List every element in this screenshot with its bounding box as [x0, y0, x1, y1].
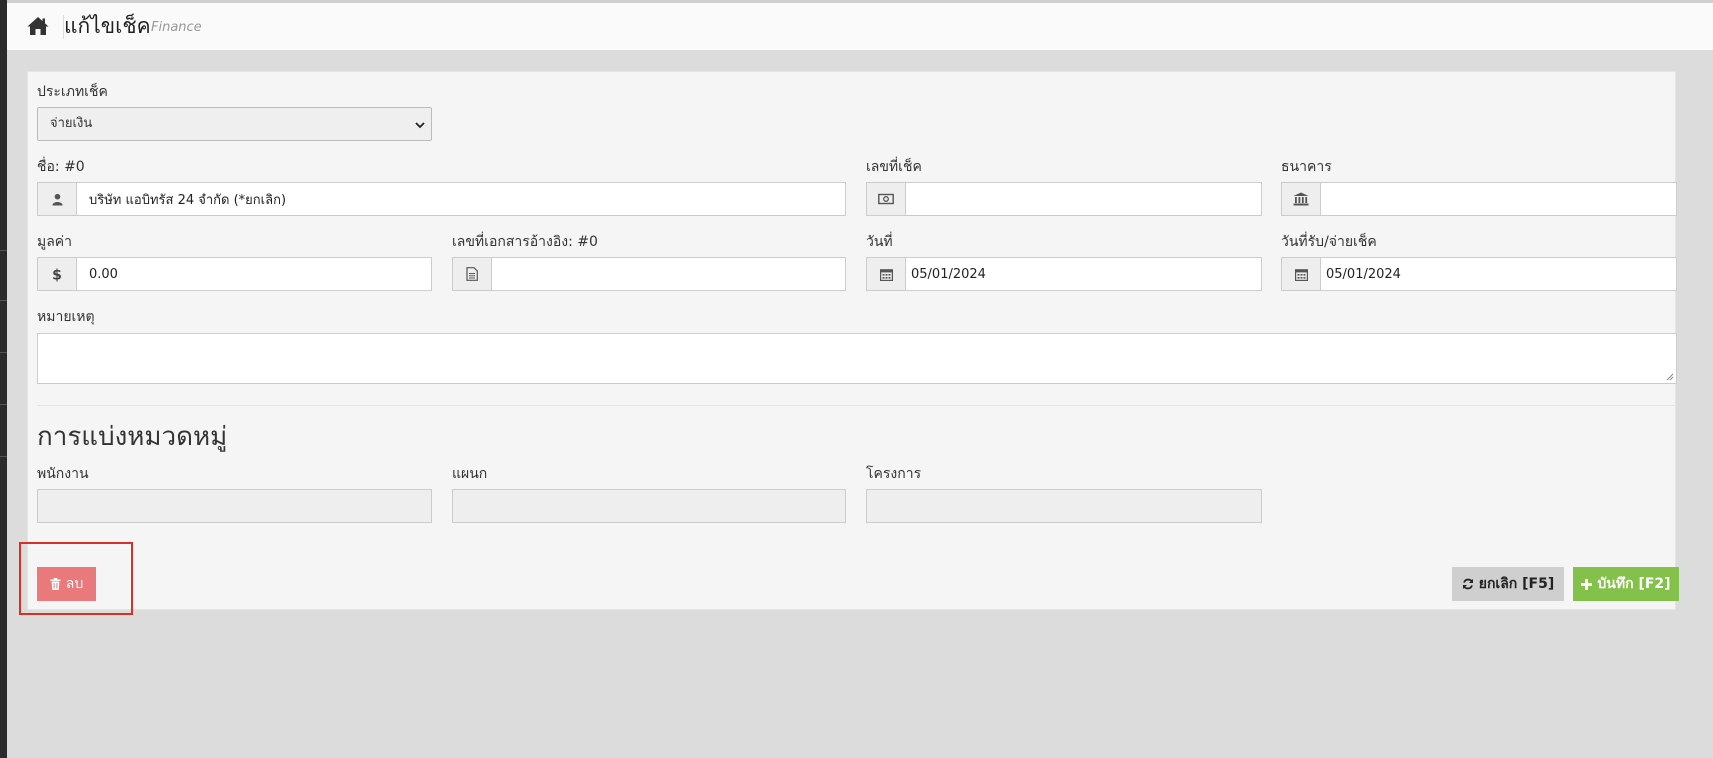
section-divider: [37, 405, 1677, 406]
check-type-select[interactable]: จ่ายเงิน: [37, 107, 432, 141]
note-label: หมายเหตุ: [37, 309, 95, 325]
page-title: แก้ไขเช็ค: [64, 14, 151, 38]
department-label: แผนก: [452, 466, 488, 482]
check-number-input[interactable]: [906, 183, 1261, 215]
receive-date-input[interactable]: 05/01/2024: [1321, 258, 1676, 290]
check-type-value: จ่ายเงิน: [50, 116, 93, 131]
amount-label: มูลค่า: [37, 234, 73, 250]
money-icon: [867, 183, 906, 215]
check-number-label: เลขที่เช็ค: [866, 159, 922, 175]
check-number-input-group[interactable]: [866, 182, 1262, 216]
ref-doc-input-group[interactable]: [452, 257, 846, 291]
bank-icon: [1282, 183, 1321, 215]
home-icon[interactable]: [26, 14, 50, 38]
category-section-title: การแบ่งหมวดหมู่: [37, 422, 228, 452]
project-label: โครงการ: [866, 466, 922, 482]
delete-button-highlight: [19, 542, 133, 615]
cancel-button-label: ยกเลิก [F5]: [1478, 576, 1555, 592]
page-subtitle: Finance: [151, 20, 202, 35]
ref-doc-input[interactable]: [492, 258, 845, 290]
note-textarea[interactable]: [37, 333, 1677, 384]
cancel-button[interactable]: ยกเลิก [F5]: [1452, 567, 1564, 601]
plus-icon: [1581, 578, 1593, 590]
file-icon: [453, 258, 492, 290]
refresh-icon: [1462, 578, 1473, 590]
date-label: วันที่: [866, 234, 893, 250]
name-input[interactable]: บริษัท แอบิทรัส 24 จำกัด (*ยกเลิก): [77, 183, 845, 215]
page-header: แก้ไขเช็ค Finance: [7, 3, 1713, 50]
calendar-icon[interactable]: [867, 258, 906, 290]
bank-label: ธนาคาร: [1281, 159, 1332, 175]
user-icon: [38, 183, 77, 215]
receive-date-label: วันที่รับ/จ่ายเช็ค: [1281, 234, 1377, 250]
amount-input[interactable]: 0.00: [77, 258, 431, 290]
dollar-icon: $: [38, 258, 77, 290]
project-field: [866, 489, 1262, 523]
name-input-group[interactable]: บริษัท แอบิทรัส 24 จำกัด (*ยกเลิก): [37, 182, 846, 216]
employee-label: พนักงาน: [37, 466, 89, 482]
check-form-panel: ประเภทเช็ค จ่ายเงิน ชื่อ: #0 บริษัท แอบิ…: [27, 71, 1679, 610]
bank-input-group[interactable]: [1281, 182, 1677, 216]
department-field: [452, 489, 846, 523]
date-input-group[interactable]: 05/01/2024: [866, 257, 1262, 291]
name-label: ชื่อ: #0: [37, 159, 85, 175]
employee-field: [37, 489, 432, 523]
ref-doc-label: เลขที่เอกสารอ้างอิง: #0: [452, 234, 598, 250]
bank-input[interactable]: [1321, 183, 1676, 215]
resize-grip-icon[interactable]: [1666, 373, 1674, 381]
receive-date-input-group[interactable]: 05/01/2024: [1281, 257, 1677, 291]
left-edge-strip: [0, 0, 7, 758]
calendar-icon[interactable]: [1282, 258, 1321, 290]
amount-input-group[interactable]: $ 0.00: [37, 257, 432, 291]
save-button[interactable]: บันทึก [F2]: [1573, 567, 1679, 601]
save-button-label: บันทึก [F2]: [1597, 576, 1671, 592]
chevron-down-icon: [415, 122, 425, 129]
date-input[interactable]: 05/01/2024: [906, 258, 1261, 290]
svg-text:$: $: [52, 267, 62, 282]
check-type-label: ประเภทเช็ค: [37, 84, 108, 100]
